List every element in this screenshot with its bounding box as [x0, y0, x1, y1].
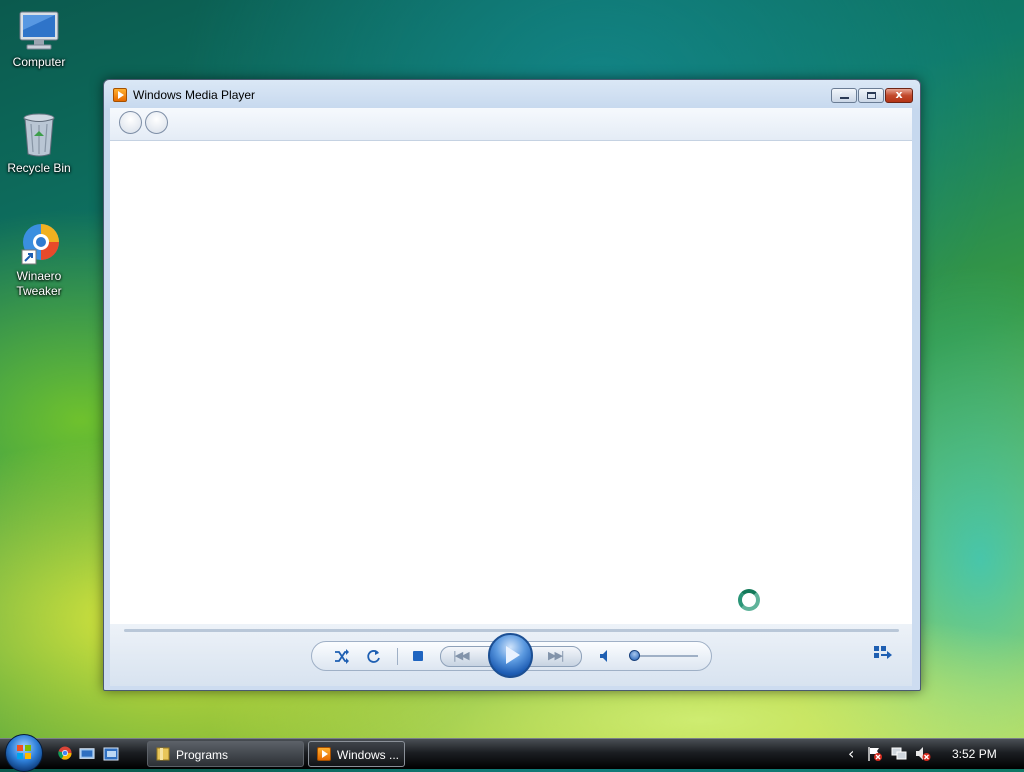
library-content-area	[110, 141, 912, 624]
taskbar: Programs Windows ... ‹ 3:52 PM	[0, 734, 1024, 772]
taskbar-button-windows-media-player[interactable]: Windows ...	[308, 741, 405, 767]
maximize-button[interactable]	[858, 88, 884, 103]
playback-controls-bar: |◀◀ ▶▶|	[110, 624, 912, 686]
navigation-bar	[110, 108, 912, 141]
next-button[interactable]: ▶▶|	[548, 649, 565, 662]
shuffle-icon[interactable]	[334, 649, 350, 664]
action-center-flag-icon[interactable]	[867, 746, 883, 762]
switch-windows-icon[interactable]	[103, 747, 119, 761]
winaero-tweaker-icon	[21, 224, 59, 265]
network-icon[interactable]	[891, 746, 907, 762]
folder-icon	[156, 747, 170, 761]
seek-bar[interactable]	[124, 629, 899, 632]
desktop-icon-computer[interactable]: Computer	[1, 10, 77, 70]
repeat-icon[interactable]	[366, 649, 381, 664]
close-icon: x	[895, 88, 903, 101]
computer-icon	[19, 11, 59, 50]
start-button[interactable]	[5, 734, 43, 772]
clock[interactable]: 3:52 PM	[952, 747, 997, 761]
desktop-icon-label-line2: Tweaker	[16, 284, 62, 298]
media-player-window: Windows Media Player x |◀◀ ▶▶|	[103, 79, 921, 691]
taskbar-button-label: Programs	[176, 748, 229, 762]
volume-slider-track[interactable]	[634, 655, 698, 657]
play-button[interactable]	[488, 633, 533, 678]
previous-button[interactable]: |◀◀	[453, 649, 470, 662]
taskbar-button-programs[interactable]: Programs	[147, 741, 304, 767]
maximize-icon	[867, 92, 876, 99]
transport-controls: |◀◀ ▶▶|	[311, 633, 712, 678]
loading-spinner-icon	[738, 589, 760, 611]
system-tray: ‹ 3:52 PM	[840, 739, 1024, 769]
close-button[interactable]: x	[885, 88, 913, 103]
separator	[397, 648, 398, 665]
media-player-icon	[113, 88, 127, 102]
media-player-icon	[317, 747, 331, 761]
desktop-icon-recycle-bin[interactable]: Recycle Bin	[1, 112, 77, 176]
desktop-icon-label: Recycle Bin	[7, 161, 71, 175]
minimize-button[interactable]	[831, 88, 857, 103]
volume-slider-knob[interactable]	[629, 650, 640, 661]
back-button[interactable]	[119, 111, 142, 134]
recycle-bin-icon	[23, 113, 55, 157]
volume-muted-icon[interactable]	[915, 746, 931, 762]
desktop-icon-label-line1: Winaero	[16, 269, 62, 283]
chrome-icon[interactable]	[57, 746, 73, 760]
caption-buttons: x	[831, 88, 913, 103]
title-bar[interactable]: Windows Media Player x	[104, 80, 920, 108]
switch-to-now-playing-icon[interactable]	[873, 644, 893, 660]
desktop-icon-label: Computer	[12, 55, 66, 69]
desktop-icon-winaero-tweaker[interactable]: Winaero Tweaker	[1, 222, 77, 299]
window-title: Windows Media Player	[133, 88, 256, 102]
forward-button[interactable]	[145, 111, 168, 134]
taskbar-button-label: Windows ...	[337, 748, 400, 762]
minimize-icon	[840, 97, 849, 99]
show-desktop-icon[interactable]	[79, 747, 95, 761]
speaker-icon[interactable]	[599, 649, 611, 663]
show-hidden-icons-button[interactable]: ‹	[848, 744, 854, 763]
stop-button[interactable]	[413, 651, 423, 661]
